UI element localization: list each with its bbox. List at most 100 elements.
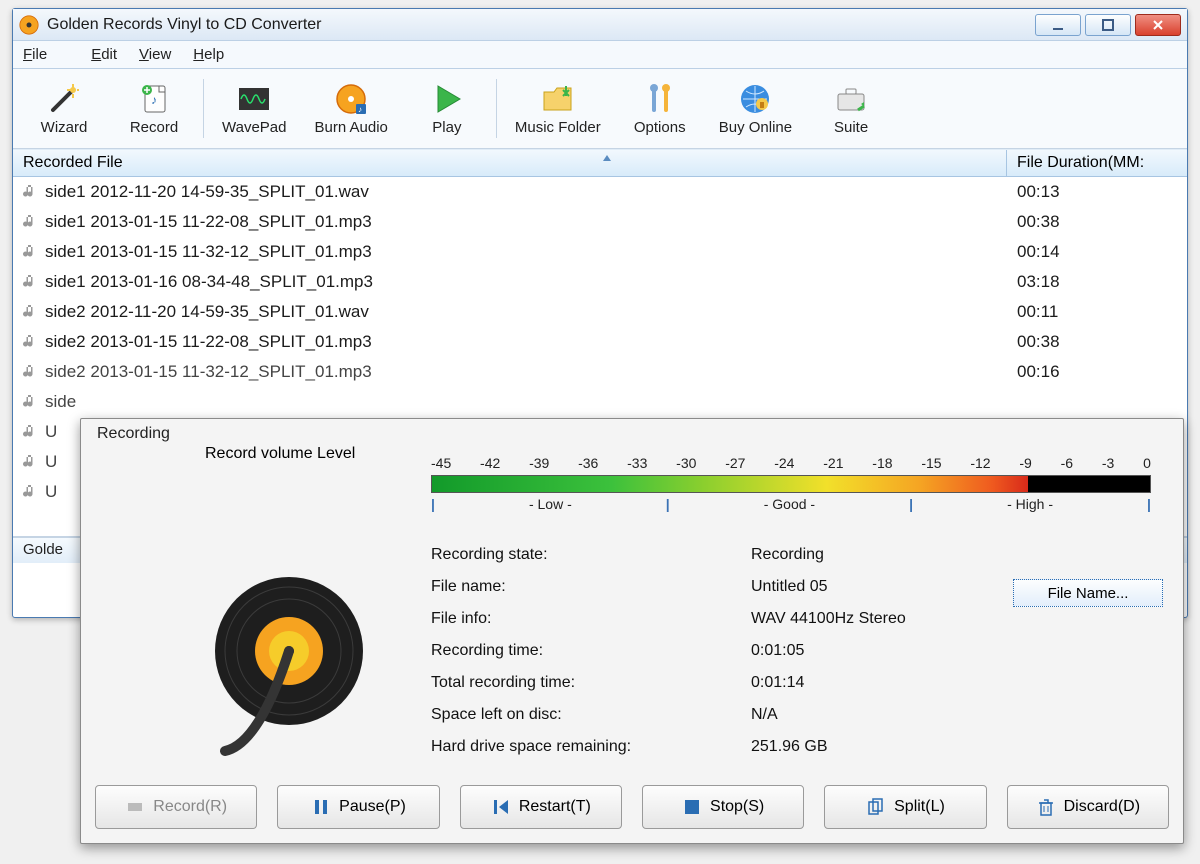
menu-edit[interactable]: Edit — [91, 46, 117, 63]
recording-info: Recording state:Recording File name:Unti… — [431, 539, 1151, 763]
sort-asc-icon — [600, 152, 614, 166]
toolbar-options[interactable]: Options — [615, 73, 705, 144]
menu-help[interactable]: Help — [193, 46, 224, 63]
file-name: side1 2012-11-20 14-59-35_SPLIT_01.wav — [45, 182, 1009, 202]
info-filename-label: File name: — [431, 578, 751, 596]
meter-tick: -21 — [823, 455, 843, 471]
meter-tick: -42 — [480, 455, 500, 471]
file-duration: 00:11 — [1009, 302, 1179, 322]
trash-icon — [1036, 797, 1056, 817]
record-file-icon: ♪ — [136, 81, 172, 117]
meter-tick: -6 — [1061, 455, 1073, 471]
toolbar-wavepad[interactable]: WavePad — [208, 73, 300, 144]
file-duration: 00:38 — [1009, 212, 1179, 232]
file-duration: 00:38 — [1009, 332, 1179, 352]
toolbar-buy-online[interactable]: Buy Online — [705, 73, 806, 144]
meter-tick: -18 — [872, 455, 892, 471]
toolbar-separator — [203, 79, 204, 138]
svg-text:♪: ♪ — [151, 93, 157, 107]
zone-good-label: - Good - — [764, 496, 815, 512]
list-header: Recorded File File Duration(MM: — [13, 149, 1187, 177]
menubar: File Edit View Help — [13, 41, 1187, 69]
toolbar-separator — [496, 79, 497, 138]
wavepad-icon — [236, 81, 272, 117]
file-row[interactable]: side2 2013-01-15 11-32-12_SPLIT_01.mp300… — [13, 357, 1187, 387]
tools-icon — [642, 81, 678, 117]
file-row[interactable]: side2 2012-11-20 14-59-35_SPLIT_01.wav00… — [13, 297, 1187, 327]
volume-meter: -45-42-39-36-33-30-27-24-21-18-15-12-9-6… — [431, 455, 1151, 512]
file-name: side1 2013-01-16 08-34-48_SPLIT_01.mp3 — [45, 272, 1009, 292]
meter-tick: -27 — [725, 455, 745, 471]
music-note-icon — [21, 182, 41, 202]
toolbar-burn-audio[interactable]: ♪ Burn Audio — [300, 73, 401, 144]
col-duration[interactable]: File Duration(MM: — [1007, 150, 1187, 176]
minimize-button[interactable] — [1035, 14, 1081, 36]
close-button[interactable] — [1135, 14, 1181, 36]
record-button[interactable]: Record(R) — [95, 785, 257, 829]
file-row[interactable]: side1 2013-01-15 11-22-08_SPLIT_01.mp300… — [13, 207, 1187, 237]
file-row[interactable]: side1 2013-01-15 11-32-12_SPLIT_01.mp300… — [13, 237, 1187, 267]
file-duration: 00:13 — [1009, 182, 1179, 202]
file-name: side1 2013-01-15 11-32-12_SPLIT_01.mp3 — [45, 242, 1009, 262]
wand-icon — [46, 81, 82, 117]
menu-file[interactable]: File — [23, 46, 69, 63]
file-name: side2 2013-01-15 11-32-12_SPLIT_01.mp3 — [45, 362, 1009, 382]
pause-icon — [311, 797, 331, 817]
discard-button[interactable]: Discard(D) — [1007, 785, 1169, 829]
window-controls — [1035, 14, 1181, 36]
toolbar-suite[interactable]: Suite — [806, 73, 896, 144]
maximize-button[interactable] — [1085, 14, 1131, 36]
meter-tick: -33 — [627, 455, 647, 471]
info-totaltime-label: Total recording time: — [431, 674, 751, 692]
file-duration: 00:16 — [1009, 362, 1179, 382]
info-rectime-label: Recording time: — [431, 642, 751, 660]
status-text: Golde — [23, 541, 63, 558]
meter-tick: 0 — [1143, 455, 1151, 471]
window-title: Golden Records Vinyl to CD Converter — [47, 16, 322, 34]
meter-tick: -39 — [529, 455, 549, 471]
file-name: side — [45, 392, 1009, 412]
restart-button[interactable]: Restart(T) — [460, 785, 622, 829]
vinyl-icon — [199, 569, 379, 769]
info-fileinfo-label: File info: — [431, 610, 751, 628]
toolbar: Wizard ♪ Record WavePad ♪ Burn Audio Pla… — [13, 69, 1187, 149]
music-note-icon — [21, 332, 41, 352]
toolbar-music-folder[interactable]: Music Folder — [501, 73, 615, 144]
file-row[interactable]: side1 2012-11-20 14-59-35_SPLIT_01.wav00… — [13, 177, 1187, 207]
zone-low-label: - Low - — [529, 496, 572, 512]
restart-icon — [491, 797, 511, 817]
stop-button[interactable]: Stop(S) — [642, 785, 804, 829]
file-row[interactable]: side2 2013-01-15 11-22-08_SPLIT_01.mp300… — [13, 327, 1187, 357]
dialog-title: Recording — [97, 425, 170, 443]
meter-tick: -3 — [1102, 455, 1114, 471]
pause-button[interactable]: Pause(P) — [277, 785, 439, 829]
split-button[interactable]: Split(L) — [824, 785, 986, 829]
music-note-icon — [21, 212, 41, 232]
cd-icon: ♪ — [333, 81, 369, 117]
recording-dialog: Recording Record volume Level -45 -42 -39 -… — [80, 418, 1184, 844]
file-name: side2 2013-01-15 11-22-08_SPLIT_01.mp3 — [45, 332, 1009, 352]
meter-tick: -9 — [1019, 455, 1031, 471]
file-row[interactable]: side — [13, 387, 1187, 417]
menu-view[interactable]: View — [139, 46, 171, 63]
app-icon — [19, 15, 39, 35]
meter-tick: -15 — [921, 455, 941, 471]
folder-icon — [540, 81, 576, 117]
briefcase-icon — [833, 81, 869, 117]
file-row[interactable]: side1 2013-01-16 08-34-48_SPLIT_01.mp303… — [13, 267, 1187, 297]
play-icon — [429, 81, 465, 117]
svg-text:♪: ♪ — [358, 105, 362, 114]
info-discspace-label: Space left on disc: — [431, 706, 751, 724]
info-rectime-value: 0:01:05 — [751, 642, 1151, 660]
file-name-button[interactable]: File Name... — [1013, 579, 1163, 607]
volume-level-label: Record volume Level — [205, 445, 355, 463]
meter-bar — [431, 475, 1151, 493]
toolbar-play[interactable]: Play — [402, 73, 492, 144]
toolbar-record[interactable]: ♪ Record — [109, 73, 199, 144]
meter-tick: -45 — [431, 455, 451, 471]
meter-tick: -36 — [578, 455, 598, 471]
music-note-icon — [21, 272, 41, 292]
music-note-icon — [21, 422, 41, 442]
col-recorded-file[interactable]: Recorded File — [13, 150, 1007, 176]
toolbar-wizard[interactable]: Wizard — [19, 73, 109, 144]
